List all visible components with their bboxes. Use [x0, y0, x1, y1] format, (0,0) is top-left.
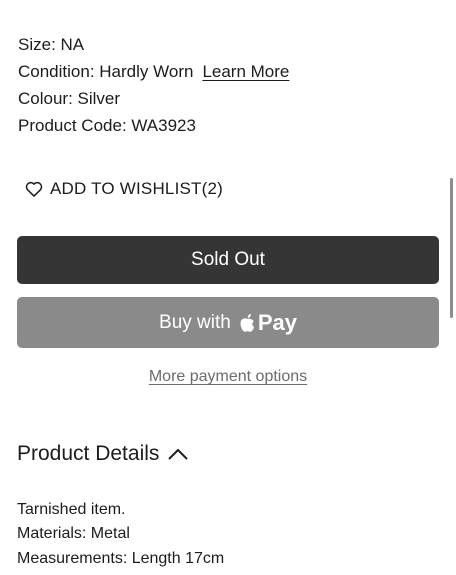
apple-pay-button[interactable]: Buy with Pay [17, 297, 439, 348]
product-details-toggle[interactable]: Product Details [17, 442, 189, 466]
heart-outline-icon [24, 179, 44, 199]
sold-out-button[interactable]: Sold Out [17, 236, 439, 284]
scrollbar[interactable] [450, 178, 453, 318]
add-to-wishlist-button[interactable]: ADD TO WISHLIST (2) [24, 176, 223, 202]
product-code: Product Code: WA3923 [18, 116, 196, 135]
wishlist-count: (2) [201, 179, 224, 198]
buy-with-label: Buy with [159, 311, 231, 333]
product-colour: Colour: Silver [18, 89, 121, 108]
details-line-condition: Tarnished item. [17, 501, 126, 518]
details-line-materials: Materials: Metal [17, 525, 130, 542]
wishlist-label: ADD TO WISHLIST [50, 179, 202, 198]
pay-label: Pay [257, 309, 297, 335]
product-condition: Condition: Hardly Worn [18, 62, 194, 81]
apple-logo-icon [239, 313, 256, 333]
product-size: Size: NA [18, 35, 85, 54]
more-payment-options-row: More payment options [0, 368, 456, 386]
product-details-title: Product Details [17, 442, 160, 465]
details-line-measurements: Measurements: Length 17cm [17, 550, 225, 567]
sold-out-label: Sold Out [191, 249, 265, 270]
more-payment-options-link[interactable]: More payment options [149, 368, 307, 385]
learn-more-link[interactable]: Learn More [202, 62, 289, 81]
product-condition-row: Condition: Hardly Worn Learn More [18, 62, 289, 82]
chevron-up-icon [167, 447, 189, 461]
